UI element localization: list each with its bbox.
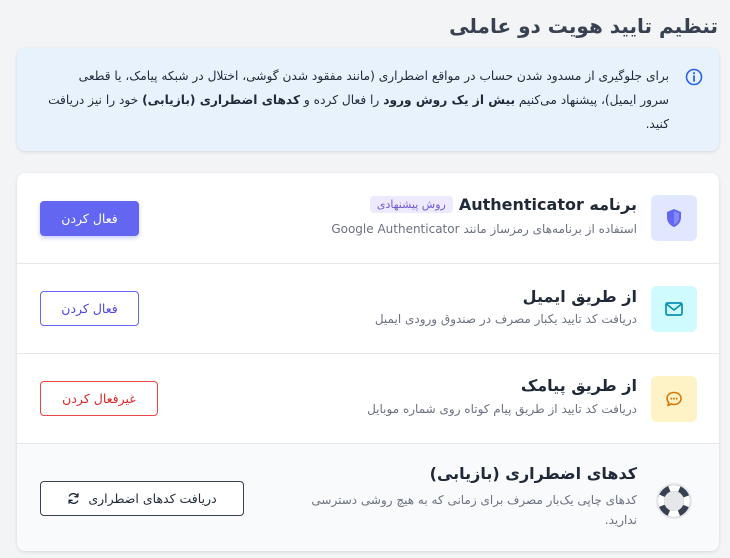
info-circle-icon [685,68,703,86]
refresh-icon [67,492,80,505]
chat-bubble-icon [651,376,697,422]
two-factor-methods-card: برنامه Authenticatorروش پیشنهادی استفاده… [17,173,719,551]
method-desc-authenticator: استفاده از برنامه‌های رمزساز مانند Googl… [331,222,637,236]
life-ring-icon [651,478,697,524]
disable-sms-button[interactable]: غیرفعال کردن [40,381,158,416]
get-backup-codes-label: دریافت کدهای اضطراری [88,491,217,506]
info-text: برای جلوگیری از مسدود شدن حساب در مواقع … [48,69,669,131]
method-row-email: از طریق ایمیل دریافت کد تایید یکبار مصرف… [17,264,719,354]
method-desc-email: دریافت کد تایید یکبار مصرف در صندوق ورود… [374,312,637,326]
method-desc-sms: دریافت کد تایید از طریق پیام کوتاه روی ش… [367,402,637,416]
mail-icon [651,286,697,332]
method-row-backup-codes: کدهای اضطراری (بازیابی) کدهای چاپی یک‌با… [17,444,719,551]
recommended-badge: روش پیشنهادی [369,196,453,213]
method-title-backup-codes: کدهای اضطراری (بازیابی) [429,464,637,483]
enable-authenticator-button[interactable]: فعال کردن [40,201,139,236]
method-title-email: از طریق ایمیل [522,287,637,306]
page-title: تنظیم تایید هویت دو عاملی [449,14,718,38]
method-row-authenticator: برنامه Authenticatorروش پیشنهادی استفاده… [17,173,719,264]
info-alert: برای جلوگیری از مسدود شدن حساب در مواقع … [17,48,719,151]
method-desc-backup-codes: کدهای چاپی یک‌بار مصرف برای زمانی که به … [311,493,637,527]
method-title-sms: از طریق پیامک [520,376,637,395]
get-backup-codes-button[interactable]: دریافت کدهای اضطراری [40,481,244,516]
shield-icon [651,195,697,241]
method-title-authenticator: برنامه Authenticatorروش پیشنهادی [369,195,637,214]
method-row-sms: از طریق پیامک دریافت کد تایید از طریق پی… [17,354,719,444]
enable-email-button[interactable]: فعال کردن [40,291,139,326]
